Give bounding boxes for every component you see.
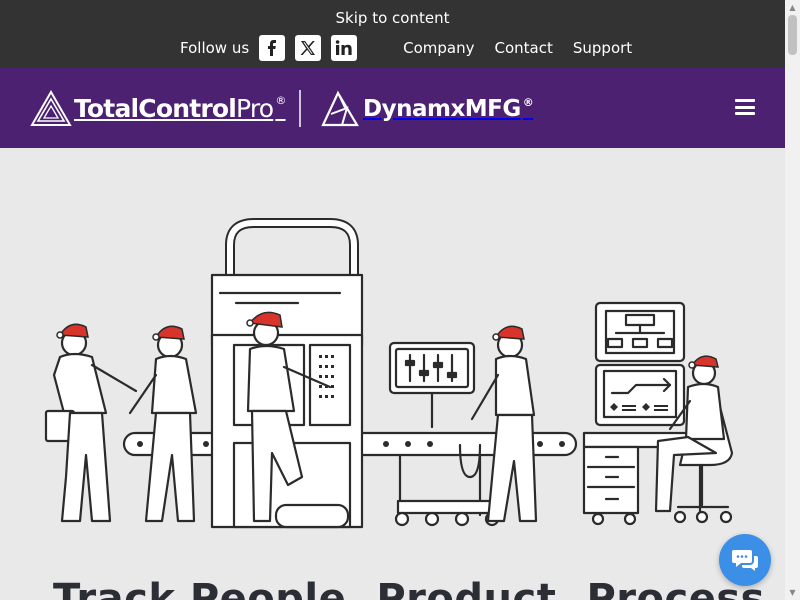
- dynamxmfg-triangle-icon: [321, 90, 359, 127]
- hero-headline: Track People. Product. Process.: [53, 576, 781, 600]
- facebook-icon[interactable]: [259, 35, 286, 61]
- totalcontrolpro-logo[interactable]: TotalControlPro ®: [30, 90, 286, 127]
- scrollbar-thumb[interactable]: [788, 15, 797, 55]
- logo-divider: [299, 90, 301, 127]
- page: Skip to content Follow us Company Contac…: [0, 0, 785, 600]
- vertical-scrollbar[interactable]: ▲ ▼: [785, 0, 800, 600]
- hamburger-menu-icon[interactable]: [735, 99, 755, 115]
- logo2-text: DynamxMFG: [363, 95, 521, 122]
- nav-support-link[interactable]: Support: [573, 39, 632, 57]
- scroll-up-arrow-icon[interactable]: ▲: [785, 0, 800, 15]
- x-twitter-icon[interactable]: [295, 35, 322, 61]
- linkedin-icon[interactable]: [331, 35, 358, 61]
- nav-company-link[interactable]: Company: [403, 39, 474, 57]
- follow-us-label: Follow us: [180, 39, 250, 57]
- scroll-down-arrow-icon[interactable]: ▼: [785, 585, 800, 600]
- logo2-registered-mark: ®: [522, 95, 534, 109]
- logo1-text: TotalControl: [74, 94, 237, 123]
- totalcontrolpro-triangle-icon: [30, 90, 72, 126]
- dynamxmfg-logo[interactable]: DynamxMFG ®: [321, 90, 534, 127]
- nav-contact-link[interactable]: Contact: [495, 39, 553, 57]
- factory-workers-illustration: [44, 218, 734, 529]
- follow-row: Follow us Company Contact Support: [180, 35, 642, 61]
- chat-bubble-icon[interactable]: [719, 534, 771, 586]
- top-utility-bar: Skip to content Follow us Company Contac…: [0, 0, 785, 68]
- skip-to-content-link[interactable]: Skip to content: [0, 9, 785, 27]
- logo1-pro-text: Pro: [236, 94, 274, 123]
- logo1-registered-mark: ®: [275, 94, 286, 107]
